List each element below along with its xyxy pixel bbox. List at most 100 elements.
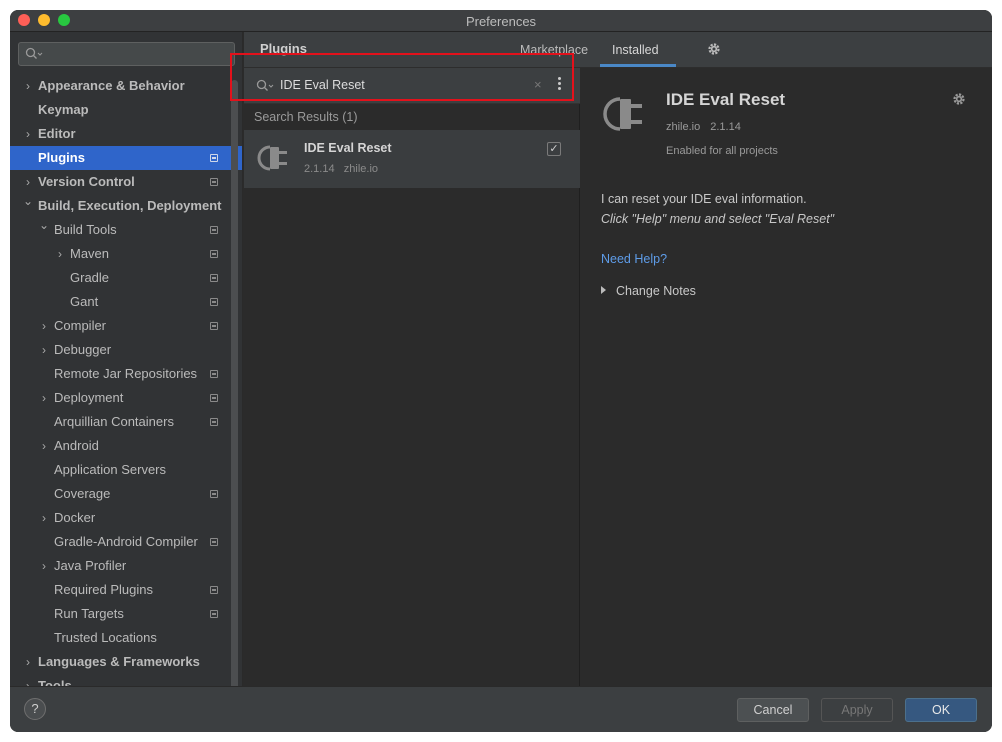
- search-icon: [256, 79, 274, 91]
- chevron-down-icon[interactable]: ⌄: [38, 213, 50, 237]
- project-level-icon: [210, 538, 218, 546]
- sidebar-item-appearance-behavior[interactable]: › Appearance & Behavior: [10, 74, 242, 98]
- plugin-version: 2.1.14: [304, 163, 335, 175]
- settings-tree: › Appearance & Behavior Keymap › Editor Plugi…: [10, 74, 242, 686]
- need-help-link[interactable]: Need Help?: [601, 252, 667, 266]
- plugins-title: Plugins: [260, 41, 307, 56]
- plugin-result-item[interactable]: IDE Eval Reset 2.1.14 zhile.io ✓: [244, 130, 580, 188]
- plugins-header: Plugins Marketplace Installed: [244, 32, 992, 68]
- chevron-right-icon[interactable]: ›: [54, 242, 66, 266]
- sidebar-item-maven[interactable]: › Maven: [10, 242, 242, 266]
- project-level-icon: [210, 418, 218, 426]
- sidebar-item-label: Arquillian Containers: [54, 414, 174, 429]
- project-level-icon: [210, 154, 218, 162]
- sidebar-item-tools[interactable]: › Tools: [10, 674, 242, 686]
- sidebar-item-docker[interactable]: › Docker: [10, 506, 242, 530]
- project-level-icon: [210, 178, 218, 186]
- active-tab-indicator: [600, 64, 676, 67]
- chevron-right-icon[interactable]: ›: [22, 650, 34, 674]
- sidebar-item-remote-jar-repositories[interactable]: Remote Jar Repositories: [10, 362, 242, 386]
- plugin-detail-panel: IDE Eval Reset zhile.io 2.1.14 Enabled fo…: [581, 68, 992, 686]
- sidebar-item-label: Gradle-Android Compiler: [54, 534, 198, 549]
- sidebar-item-trusted-locations[interactable]: Trusted Locations: [10, 626, 242, 650]
- plugin-vendor: zhile.io: [343, 163, 379, 175]
- change-notes-toggle[interactable]: Change Notes: [601, 284, 696, 298]
- sidebar-item-run-targets[interactable]: Run Targets: [10, 602, 242, 626]
- sidebar-item-version-control[interactable]: › Version Control: [10, 170, 242, 194]
- detail-plugin-name: IDE Eval Reset: [666, 90, 786, 109]
- sidebar-scrollbar[interactable]: [231, 80, 238, 686]
- sidebar-item-deployment[interactable]: › Deployment: [10, 386, 242, 410]
- sidebar-item-compiler[interactable]: › Compiler: [10, 314, 242, 338]
- plugin-icon: [603, 97, 642, 131]
- apply-button[interactable]: Apply: [821, 698, 893, 722]
- plugin-list-panel: IDE Eval Reset × Search Results (1) IDE …: [244, 68, 580, 686]
- dialog-footer: ? Cancel Apply OK: [10, 686, 992, 732]
- tab-installed[interactable]: Installed: [612, 43, 659, 57]
- chevron-right-icon[interactable]: ›: [38, 506, 50, 530]
- detail-status: Enabled for all projects: [666, 145, 778, 157]
- tab-marketplace[interactable]: Marketplace: [520, 43, 588, 57]
- gear-icon[interactable]: [951, 91, 967, 107]
- search-results-header: Search Results (1): [254, 110, 358, 124]
- chevron-right-icon[interactable]: ›: [22, 674, 34, 686]
- sidebar-item-editor[interactable]: › Editor: [10, 122, 242, 146]
- sidebar-item-application-servers[interactable]: Application Servers: [10, 458, 242, 482]
- sidebar-item-debugger[interactable]: › Debugger: [10, 338, 242, 362]
- chevron-right-icon[interactable]: ›: [22, 74, 34, 98]
- plugin-icon: [257, 145, 287, 171]
- plugin-enabled-checkbox[interactable]: ✓: [547, 142, 561, 156]
- chevron-right-icon[interactable]: ›: [38, 314, 50, 338]
- sidebar-item-label: Version Control: [38, 174, 135, 189]
- clear-search-icon[interactable]: ×: [534, 77, 542, 92]
- chevron-right-icon[interactable]: ›: [22, 122, 34, 146]
- sidebar-item-build-tools[interactable]: ⌄ Build Tools: [10, 218, 242, 242]
- sidebar-item-android[interactable]: › Android: [10, 434, 242, 458]
- plugin-search-field[interactable]: IDE Eval Reset ×: [244, 68, 580, 104]
- project-level-icon: [210, 586, 218, 594]
- project-level-icon: [210, 490, 218, 498]
- help-button[interactable]: ?: [24, 698, 46, 720]
- sidebar-item-label: Trusted Locations: [54, 630, 157, 645]
- sidebar-item-label: Gant: [70, 294, 99, 309]
- detail-meta: zhile.io 2.1.14: [666, 121, 741, 133]
- chevron-right-icon[interactable]: ›: [38, 386, 50, 410]
- cancel-button[interactable]: Cancel: [737, 698, 809, 722]
- sidebar-item-keymap[interactable]: Keymap: [10, 98, 242, 122]
- sidebar-item-languages-frameworks[interactable]: › Languages & Frameworks: [10, 650, 242, 674]
- gear-icon[interactable]: [706, 41, 722, 57]
- search-icon: [25, 47, 43, 59]
- sidebar-item-label: Required Plugins: [54, 582, 154, 597]
- project-level-icon: [210, 610, 218, 618]
- project-level-icon: [210, 274, 218, 282]
- sidebar-item-plugins[interactable]: Plugins: [10, 146, 242, 170]
- project-level-icon: [210, 298, 218, 306]
- sidebar-item-coverage[interactable]: Coverage: [10, 482, 242, 506]
- sidebar-item-gradle-android-compiler[interactable]: Gradle-Android Compiler: [10, 530, 242, 554]
- project-level-icon: [210, 250, 218, 258]
- ok-button[interactable]: OK: [905, 698, 977, 722]
- sidebar-item-gradle[interactable]: Gradle: [10, 266, 242, 290]
- sidebar-item-label: Build, Execution, Deployment: [38, 198, 222, 213]
- sidebar-item-arquillian-containers[interactable]: Arquillian Containers: [10, 410, 242, 434]
- preferences-window: Preferences › Appearance & Behavior Keymap…: [10, 10, 992, 732]
- plugin-search-value[interactable]: IDE Eval Reset: [280, 78, 365, 92]
- more-options-icon[interactable]: [558, 77, 561, 92]
- chevron-right-icon[interactable]: ›: [38, 434, 50, 458]
- project-level-icon: [210, 370, 218, 378]
- settings-search-input[interactable]: [18, 42, 235, 66]
- sidebar-item-gant[interactable]: Gant: [10, 290, 242, 314]
- sidebar-item-label: Compiler: [54, 318, 107, 333]
- detail-description: I can reset your IDE eval information.: [601, 192, 807, 206]
- chevron-right-icon[interactable]: ›: [38, 554, 50, 578]
- project-level-icon: [210, 394, 218, 402]
- detail-vendor: zhile.io: [666, 121, 701, 133]
- chevron-down-icon[interactable]: ⌄: [22, 189, 34, 213]
- plugin-meta: 2.1.14 zhile.io: [304, 163, 378, 175]
- project-level-icon: [210, 226, 218, 234]
- sidebar-item-java-profiler[interactable]: › Java Profiler: [10, 554, 242, 578]
- detail-description-hint: Click "Help" menu and select "Eval Reset…: [601, 212, 835, 226]
- sidebar-item-required-plugins[interactable]: Required Plugins: [10, 578, 242, 602]
- sidebar-item-label: Languages & Frameworks: [38, 654, 200, 669]
- chevron-right-icon[interactable]: ›: [38, 338, 50, 362]
